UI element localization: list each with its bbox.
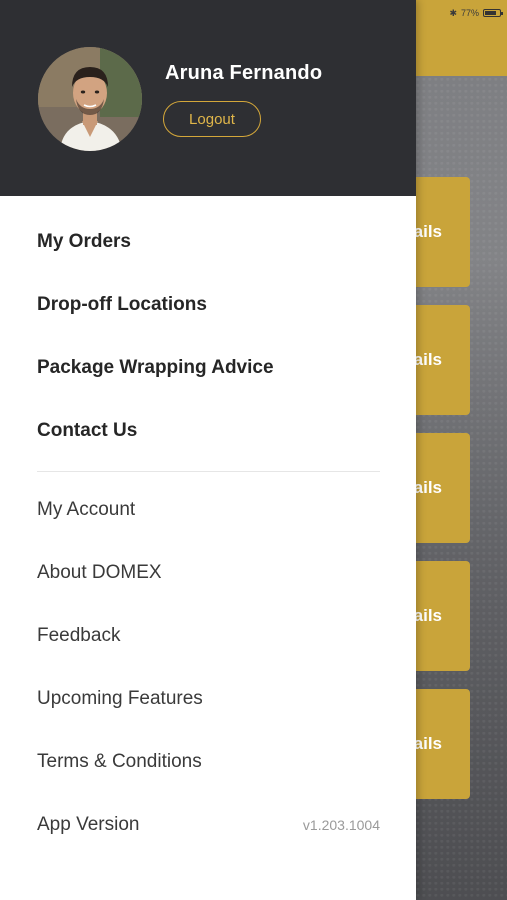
drawer-header: Aruna Fernando Logout: [0, 0, 416, 196]
menu-item-app-version: App Version v1.203.1004: [37, 805, 380, 845]
bluetooth-icon: ✱: [449, 7, 457, 18]
menu-item-label: My Account: [37, 499, 136, 520]
menu-divider: [37, 471, 380, 472]
menu-item-label: Drop-off Locations: [37, 294, 207, 315]
menu-item-label: My Orders: [37, 231, 131, 252]
menu-item-label: Contact Us: [37, 420, 138, 441]
app-version-value: v1.203.1004: [302, 817, 380, 833]
menu-item-my-account[interactable]: My Account: [37, 490, 380, 530]
status-bar: ✱ 77%: [449, 6, 503, 20]
menu-item-label: Package Wrapping Advice: [37, 357, 274, 378]
logout-button[interactable]: Logout: [163, 101, 261, 137]
menu-item-contact-us[interactable]: Contact Us: [37, 411, 380, 451]
menu-item-package-wrapping-advice[interactable]: Package Wrapping Advice: [37, 348, 380, 388]
menu-item-my-orders[interactable]: My Orders: [37, 222, 380, 262]
menu-item-label: About DOMEX: [37, 562, 162, 583]
menu-item-label: Upcoming Features: [37, 688, 203, 709]
menu-item-about-domex[interactable]: About DOMEX: [37, 553, 380, 593]
menu-item-label: Feedback: [37, 625, 121, 646]
menu-item-drop-off-locations[interactable]: Drop-off Locations: [37, 285, 380, 325]
navigation-drawer: Aruna Fernando Logout My Orders Drop-off…: [0, 0, 416, 900]
menu-item-label: App Version: [37, 814, 140, 835]
battery-icon: [483, 9, 503, 17]
avatar-photo: [38, 47, 142, 151]
user-name: Aruna Fernando: [165, 62, 323, 84]
battery-percentage: 77%: [460, 8, 479, 18]
menu-item-upcoming-features[interactable]: Upcoming Features: [37, 679, 380, 719]
menu-item-label: Terms & Conditions: [37, 751, 202, 772]
menu-item-feedback[interactable]: Feedback: [37, 616, 380, 656]
menu-item-terms-conditions[interactable]: Terms & Conditions: [37, 742, 380, 782]
avatar[interactable]: [38, 47, 142, 151]
